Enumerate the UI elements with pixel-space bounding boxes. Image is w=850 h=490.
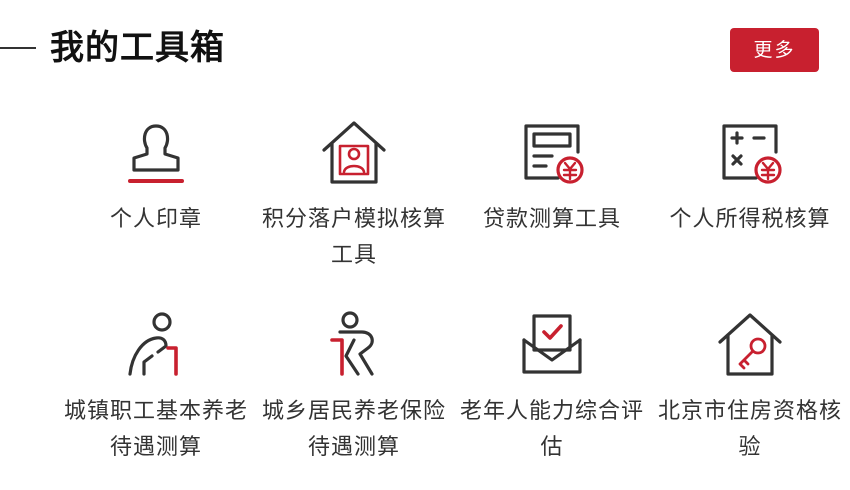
assessment-envelope-icon xyxy=(518,310,586,378)
house-person-icon xyxy=(320,118,388,186)
title-decoration-line xyxy=(0,47,36,49)
tool-personal-seal[interactable]: 个人印章 xyxy=(58,118,254,298)
tool-label: 贷款测算工具 xyxy=(482,207,621,232)
elderly-cane-icon xyxy=(320,310,388,378)
page-title: 我的工具箱 xyxy=(50,28,225,68)
tax-calculator-icon xyxy=(716,118,784,186)
tool-label: 北京市住房资格核验 xyxy=(657,399,842,460)
tool-urban-pension[interactable]: 城镇职工基本养老待遇测算 xyxy=(58,310,254,490)
tool-rural-pension[interactable]: 城乡居民养老保险待遇测算 xyxy=(256,310,452,490)
tool-income-tax[interactable]: 个人所得税核算 xyxy=(652,118,848,298)
loan-calculator-icon xyxy=(518,118,586,186)
house-key-icon xyxy=(716,310,784,378)
tool-label: 老年人能力综合评估 xyxy=(459,399,644,460)
tool-label: 城乡居民养老保险待遇测算 xyxy=(261,399,446,460)
tool-label: 城镇职工基本养老待遇测算 xyxy=(63,399,248,460)
tool-points-settlement[interactable]: 积分落户模拟核算工具 xyxy=(256,118,452,298)
more-button[interactable]: 更多 xyxy=(730,28,819,72)
tool-label: 积分落户模拟核算工具 xyxy=(261,207,446,268)
tool-loan-calculator[interactable]: 贷款测算工具 xyxy=(454,118,650,298)
tool-elderly-assessment[interactable]: 老年人能力综合评估 xyxy=(454,310,650,490)
tool-label: 个人所得税核算 xyxy=(669,207,831,232)
toolbox-header: 我的工具箱 更多 xyxy=(0,0,850,100)
stamp-icon xyxy=(122,118,190,186)
tool-housing-eligibility[interactable]: 北京市住房资格核验 xyxy=(652,310,848,490)
elderly-person-icon xyxy=(122,310,190,378)
tool-label: 个人印章 xyxy=(109,207,202,232)
